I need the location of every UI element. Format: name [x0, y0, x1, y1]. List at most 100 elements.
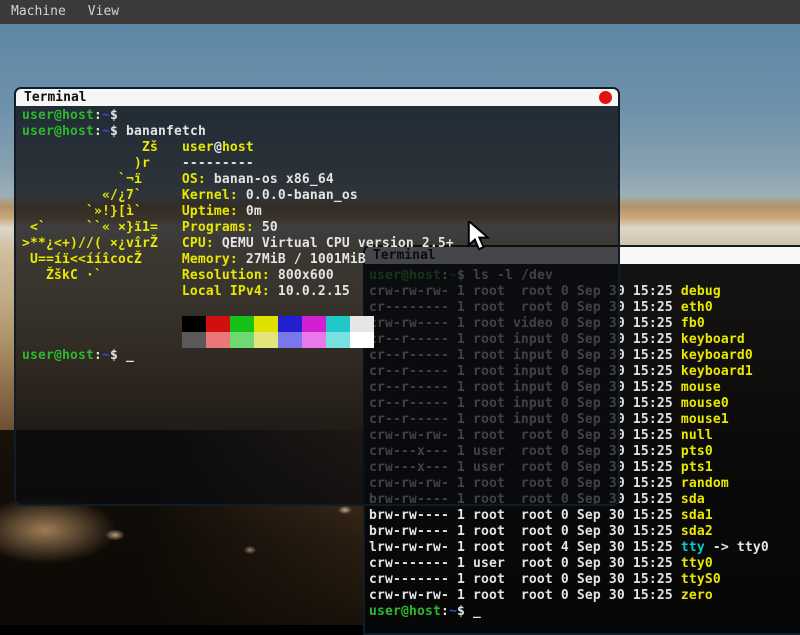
- terminal-line: ŽškC ·` Resolution: 800x600: [22, 268, 618, 284]
- terminal-text-segment: [22, 316, 182, 331]
- terminal-text-segment: _: [126, 348, 134, 363]
- terminal-text-segment: mouse1: [681, 412, 729, 427]
- terminal-text-segment: null: [681, 428, 713, 443]
- terminal-output[interactable]: user@host:~$ user@host:~$ bananfetch Zš …: [16, 106, 618, 506]
- terminal-line: >**¿<+)//( ×¿vîrŽ CPU: QEMU Virtual CPU …: [22, 236, 618, 252]
- terminal-line: crw-rw-rw- 1 root root 0 Sep 30 15:25 ze…: [369, 588, 800, 604]
- menu-item-machine[interactable]: Machine: [0, 0, 77, 24]
- terminal-text-segment: mouse: [681, 380, 721, 395]
- palette-block: [302, 316, 326, 332]
- terminal-text-segment: user@host: [22, 348, 94, 363]
- terminal-text-segment: `¬ï OS:: [22, 172, 214, 187]
- terminal-text-segment: brw-rw---- 1 root root 0 Sep 30 15:25: [369, 524, 681, 539]
- terminal-text-segment: «/¿7` Kernel:: [22, 188, 246, 203]
- terminal-line: lrw-rw-rw- 1 root root 4 Sep 30 15:25 tt…: [369, 540, 800, 556]
- terminal-text-segment: 800x600: [278, 268, 334, 283]
- terminal-text-segment: user@host: [22, 124, 94, 139]
- palette-block: [206, 316, 230, 332]
- terminal-line: brw-rw---- 1 root root 0 Sep 30 15:25 sd…: [369, 508, 800, 524]
- terminal-text-segment: $: [110, 108, 126, 123]
- terminal-text-segment: @: [214, 140, 222, 155]
- terminal-line: user@host:~$ _: [369, 604, 800, 620]
- terminal-line: Zš user@host: [22, 140, 618, 156]
- terminal-text-segment: crw------- 1 root root 0 Sep 30 15:25: [369, 572, 681, 587]
- terminal-line: [22, 316, 618, 332]
- terminal-text-segment: fb0: [681, 316, 705, 331]
- terminal-text-segment: host: [222, 140, 254, 155]
- terminal-text-segment: tty: [681, 540, 705, 555]
- terminal-line: [22, 300, 618, 316]
- terminal-text-segment: 0.0.0-banan_os: [246, 188, 358, 203]
- palette-block: [230, 332, 254, 348]
- palette-block: [278, 332, 302, 348]
- terminal-text-segment: eth0: [681, 300, 713, 315]
- terminal-text-segment: )r: [22, 156, 150, 171]
- terminal-text-segment: :: [441, 604, 449, 619]
- palette-block: [230, 316, 254, 332]
- menu-item-view[interactable]: View: [77, 0, 130, 24]
- terminal-text-segment: QEMU Virtual CPU version 2.5+: [222, 236, 454, 251]
- terminal-text-segment: keyboard0: [681, 348, 753, 363]
- terminal-line: user@host:~$ _: [22, 348, 618, 364]
- mouse-cursor-icon: [467, 221, 493, 253]
- terminal-text-segment: ŽškC ·` Resolution:: [22, 268, 278, 283]
- title-bar[interactable]: Terminal: [16, 89, 618, 106]
- palette-block: [350, 332, 374, 348]
- terminal-text-segment: debug: [681, 284, 721, 299]
- terminal-line: )r ---------: [22, 156, 618, 172]
- terminal-text-segment: <` ``« ×}ï1= Programs:: [22, 220, 262, 235]
- terminal-text-segment: crw-rw-rw- 1 root root 0 Sep 30 15:25: [369, 588, 681, 603]
- palette-block: [254, 316, 278, 332]
- terminal-text-segment: banan-os x86_64: [214, 172, 334, 187]
- terminal-line: [22, 332, 618, 348]
- terminal-text-segment: $: [110, 348, 126, 363]
- terminal-text-segment: [22, 300, 30, 315]
- terminal-line: `»!}[ì` Uptime: 0m: [22, 204, 618, 220]
- terminal-text-segment: sda2: [681, 524, 713, 539]
- terminal-text-segment: `»!}[ì` Uptime:: [22, 204, 246, 219]
- terminal-text-segment: crw------- 1 user root 0 Sep 30 15:25: [369, 556, 681, 571]
- terminal-text-segment: 10.0.2.15: [278, 284, 350, 299]
- terminal-text-segment: ~: [102, 348, 110, 363]
- window-title: Terminal: [24, 89, 87, 106]
- terminal-window-primary: Terminal user@host:~$ user@host:~$ banan…: [14, 87, 620, 506]
- palette-block: [302, 332, 326, 348]
- terminal-line: crw------- 1 user root 0 Sep 30 15:25 tt…: [369, 556, 800, 572]
- menu-bar: Machine View: [0, 0, 800, 24]
- palette-block: [182, 316, 206, 332]
- terminal-text-segment: :: [94, 348, 102, 363]
- terminal-line: `¬ï OS: banan-os x86_64: [22, 172, 618, 188]
- terminal-line: user@host:~$ bananfetch: [22, 124, 618, 140]
- terminal-text-segment: $: [457, 604, 473, 619]
- terminal-text-segment: _: [473, 604, 481, 619]
- palette-block: [254, 332, 278, 348]
- terminal-text-segment: U==íï<<ííîcocŽ Memory:: [22, 252, 246, 267]
- terminal-text-segment: sda1: [681, 508, 713, 523]
- terminal-text-segment: brw-rw---- 1 root root 0 Sep 30 15:25: [369, 508, 681, 523]
- terminal-text-segment: ---------: [150, 156, 254, 171]
- palette-block: [182, 332, 206, 348]
- palette-block: [206, 332, 230, 348]
- terminal-line: user@host:~$: [22, 108, 618, 124]
- terminal-text-segment: bananfetch: [126, 124, 206, 139]
- terminal-line: U==íï<<ííîcocŽ Memory: 27MiB / 1001MiB: [22, 252, 618, 268]
- close-button[interactable]: [599, 91, 612, 104]
- terminal-text-segment: >**¿<+)//( ×¿vîrŽ CPU:: [22, 236, 222, 251]
- terminal-line: «/¿7` Kernel: 0.0.0-banan_os: [22, 188, 618, 204]
- terminal-text-segment: lrw-rw-rw- 1 root root 4 Sep 30 15:25: [369, 540, 681, 555]
- terminal-text-segment: user: [182, 140, 214, 155]
- terminal-text-segment: 27MiB / 1001MiB: [246, 252, 366, 267]
- terminal-text-segment: random: [681, 476, 729, 491]
- terminal-text-segment: ~: [102, 108, 110, 123]
- terminal-text-segment: Zš: [22, 140, 182, 155]
- palette-block: [326, 332, 350, 348]
- terminal-text-segment: zero: [681, 588, 713, 603]
- terminal-text-segment: 0m: [246, 204, 262, 219]
- terminal-text-segment: 50: [262, 220, 278, 235]
- terminal-text-segment: :: [94, 124, 102, 139]
- terminal-text-segment: ttyS0: [681, 572, 721, 587]
- terminal-text-segment: [22, 332, 182, 347]
- terminal-line: crw------- 1 root root 0 Sep 30 15:25 tt…: [369, 572, 800, 588]
- terminal-text-segment: user@host: [369, 604, 441, 619]
- terminal-text-segment: -> tty0: [705, 540, 769, 555]
